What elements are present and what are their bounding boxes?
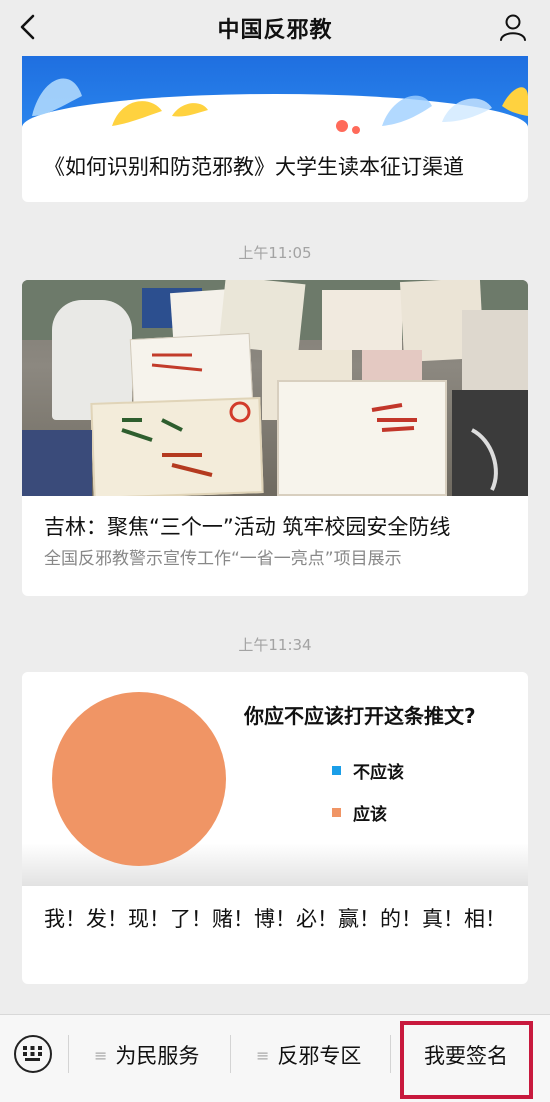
legend-item: 应该	[332, 800, 387, 825]
profile-icon[interactable]	[498, 12, 528, 42]
menu-lines-icon: ≡	[94, 1045, 108, 1065]
pie-chart: 你应不应该打开这条推文? 不应该 应该	[22, 672, 528, 886]
article-title: 吉林：聚焦“三个一”活动 筑牢校园安全防线	[44, 515, 451, 539]
leaf-decoration-icon	[32, 78, 528, 134]
article-title: 《如何识别和防范邪教》大学生读本征订渠道	[44, 155, 464, 179]
keyboard-icon	[23, 1046, 42, 1061]
article-subtitle: 全国反邪教警示宣传工作“一省一亮点”项目展示	[44, 549, 402, 569]
highlight-annotation	[400, 1021, 533, 1099]
timestamp: 上午11:34	[238, 636, 312, 654]
legend-label: 应该	[353, 805, 387, 825]
legend-swatch	[332, 766, 341, 775]
legend-item: 不应该	[332, 758, 404, 783]
timestamp: 上午11:05	[238, 244, 312, 262]
article-title: 我！发！现！了！赌！博！必！赢！的！真！相！	[44, 907, 506, 931]
article-card[interactable]: 吉林：聚焦“三个一”活动 筑牢校园安全防线 全国反邪教警示宣传工作“一省一亮点”…	[22, 280, 528, 596]
menu-lines-icon: ≡	[256, 1045, 270, 1065]
menu-item-service[interactable]: ≡ 为民服务	[94, 1039, 199, 1071]
chart-title: 你应不应该打开这条推文?	[244, 704, 476, 728]
navigation-bar: 中国反邪教	[0, 0, 550, 56]
back-chevron-icon[interactable]	[14, 12, 44, 42]
keyboard-toggle-button[interactable]	[14, 1035, 52, 1073]
article-card[interactable]: 你应不应该打开这条推文? 不应该 应该 我！发！现！了！赌！博！必！赢！的！真！…	[22, 672, 528, 984]
article-card[interactable]: 《如何识别和防范邪教》大学生读本征订渠道	[22, 56, 528, 202]
pie-slice-应该	[52, 692, 226, 866]
bottom-menu-bar: ≡ 为民服务 ≡ 反邪专区 我要签名	[0, 1014, 550, 1102]
legend-label: 不应该	[353, 763, 404, 783]
legend-swatch	[332, 808, 341, 817]
menu-item-anti-cult-zone[interactable]: ≡ 反邪专区	[256, 1039, 361, 1071]
page-title: 中国反邪教	[217, 18, 333, 43]
article-cover-image	[22, 56, 528, 134]
poster-doodle-icon	[121, 353, 498, 491]
article-cover-photo	[22, 280, 528, 496]
